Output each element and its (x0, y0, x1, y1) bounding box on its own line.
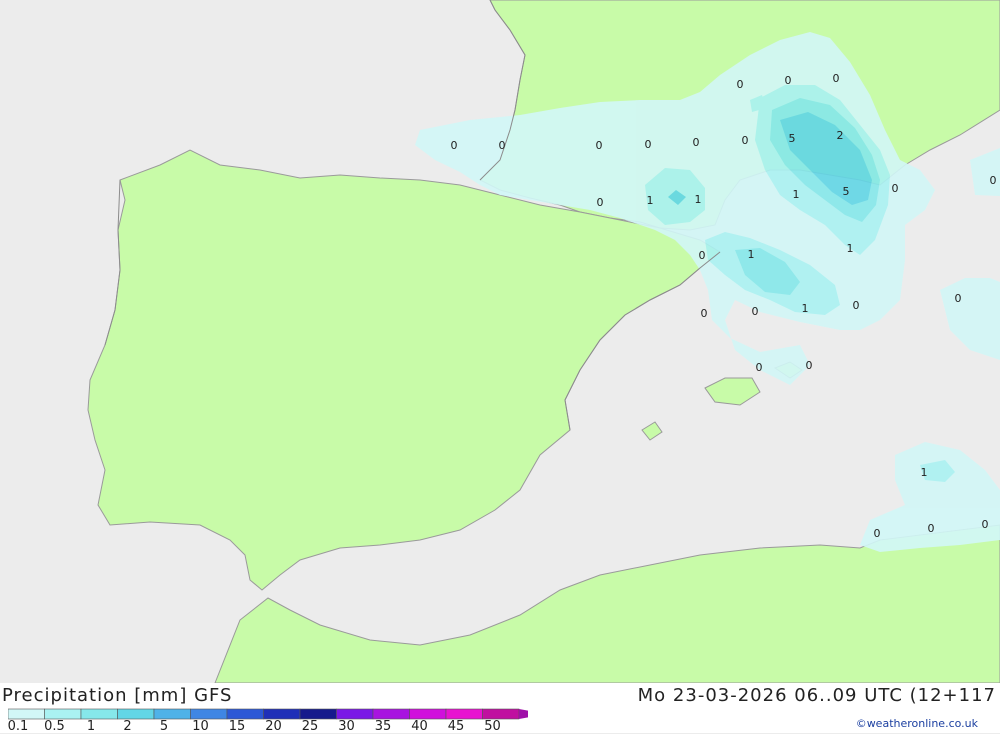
scale-swatch (445, 708, 483, 720)
precip-label: 0 (806, 359, 813, 372)
map-title: Precipitation [mm] GFS (2, 685, 233, 706)
precip-label: 1 (921, 466, 928, 479)
precip-label: 1 (802, 302, 809, 315)
precip-label: 0 (853, 299, 860, 312)
precip-label: 0 (597, 196, 604, 209)
precip-label: 2 (837, 129, 844, 142)
precipitation-map: 0 0 0 0 0 0 0 0 0 5 2 0 1 1 1 5 0 0 1 0 … (0, 0, 1000, 683)
precip-label: 0 (928, 522, 935, 535)
scale-tick-label: 2 (123, 719, 132, 734)
scale-swatch (44, 708, 82, 720)
precip-label: 0 (645, 138, 652, 151)
scale-tick-label: 40 (411, 719, 428, 734)
scale-tick-label: 20 (265, 719, 282, 734)
precip-label: 0 (982, 518, 989, 531)
precip-label: 0 (737, 78, 744, 91)
scale-swatch (372, 708, 410, 720)
precip-label: 5 (843, 185, 850, 198)
precip-label: 0 (785, 74, 792, 87)
scale-swatch (299, 708, 337, 720)
scale-swatch (8, 708, 45, 720)
credit-link[interactable]: ©weatheronline.co.uk (856, 717, 978, 730)
scale-tick-label: 0.5 (44, 719, 65, 734)
precip-label: 1 (695, 193, 702, 206)
precip-label: 0 (701, 307, 708, 320)
scale-tick-label: 15 (228, 719, 246, 734)
precip-label: 0 (451, 139, 458, 152)
scale-tick-label: 50 (484, 719, 501, 734)
precip-label: 0 (742, 134, 749, 147)
scale-swatch (117, 708, 155, 720)
scale-swatch (80, 708, 118, 720)
scale-swatch (190, 708, 228, 720)
scale-swatch (409, 708, 447, 720)
precip-label: 1 (793, 188, 800, 201)
legend-bar: Precipitation [mm] GFS Mo 23-03-2026 06.… (0, 683, 1000, 734)
precip-label: 0 (693, 136, 700, 149)
precip-label: 0 (955, 292, 962, 305)
precip-label: 0 (499, 139, 506, 152)
scale-swatch (482, 708, 520, 720)
precip-label: 0 (874, 527, 881, 540)
precip-label: 0 (596, 139, 603, 152)
precip-label: 0 (990, 174, 997, 187)
scale-swatch (263, 708, 301, 720)
precip-label: 0 (833, 72, 840, 85)
scale-tick-label: 45 (447, 719, 465, 734)
scale-tick-label: 0.1 (7, 719, 29, 734)
scale-swatch (336, 708, 374, 720)
precip-label: 1 (748, 248, 755, 261)
precip-label: 1 (847, 242, 854, 255)
scale-tick-label: 10 (192, 719, 209, 734)
scale-arrow (519, 709, 528, 719)
scale-swatch (153, 708, 191, 720)
scale-swatch (226, 708, 264, 720)
precip-label: 0 (752, 305, 759, 318)
scale-tick-label: 30 (338, 719, 355, 734)
precip-label: 0 (699, 249, 706, 262)
scale-tick-label: 25 (301, 719, 319, 734)
precip-label: 5 (789, 132, 796, 145)
scale-tick-label: 5 (159, 719, 169, 734)
scale-tick-label: 35 (374, 719, 392, 734)
precip-label: 0 (756, 361, 763, 374)
forecast-datetime: Mo 23-03-2026 06..09 UTC (12+117 (637, 685, 996, 706)
scale-tick-label: 1 (86, 719, 96, 734)
precip-label: 1 (647, 194, 654, 207)
precip-label: 0 (892, 182, 899, 195)
